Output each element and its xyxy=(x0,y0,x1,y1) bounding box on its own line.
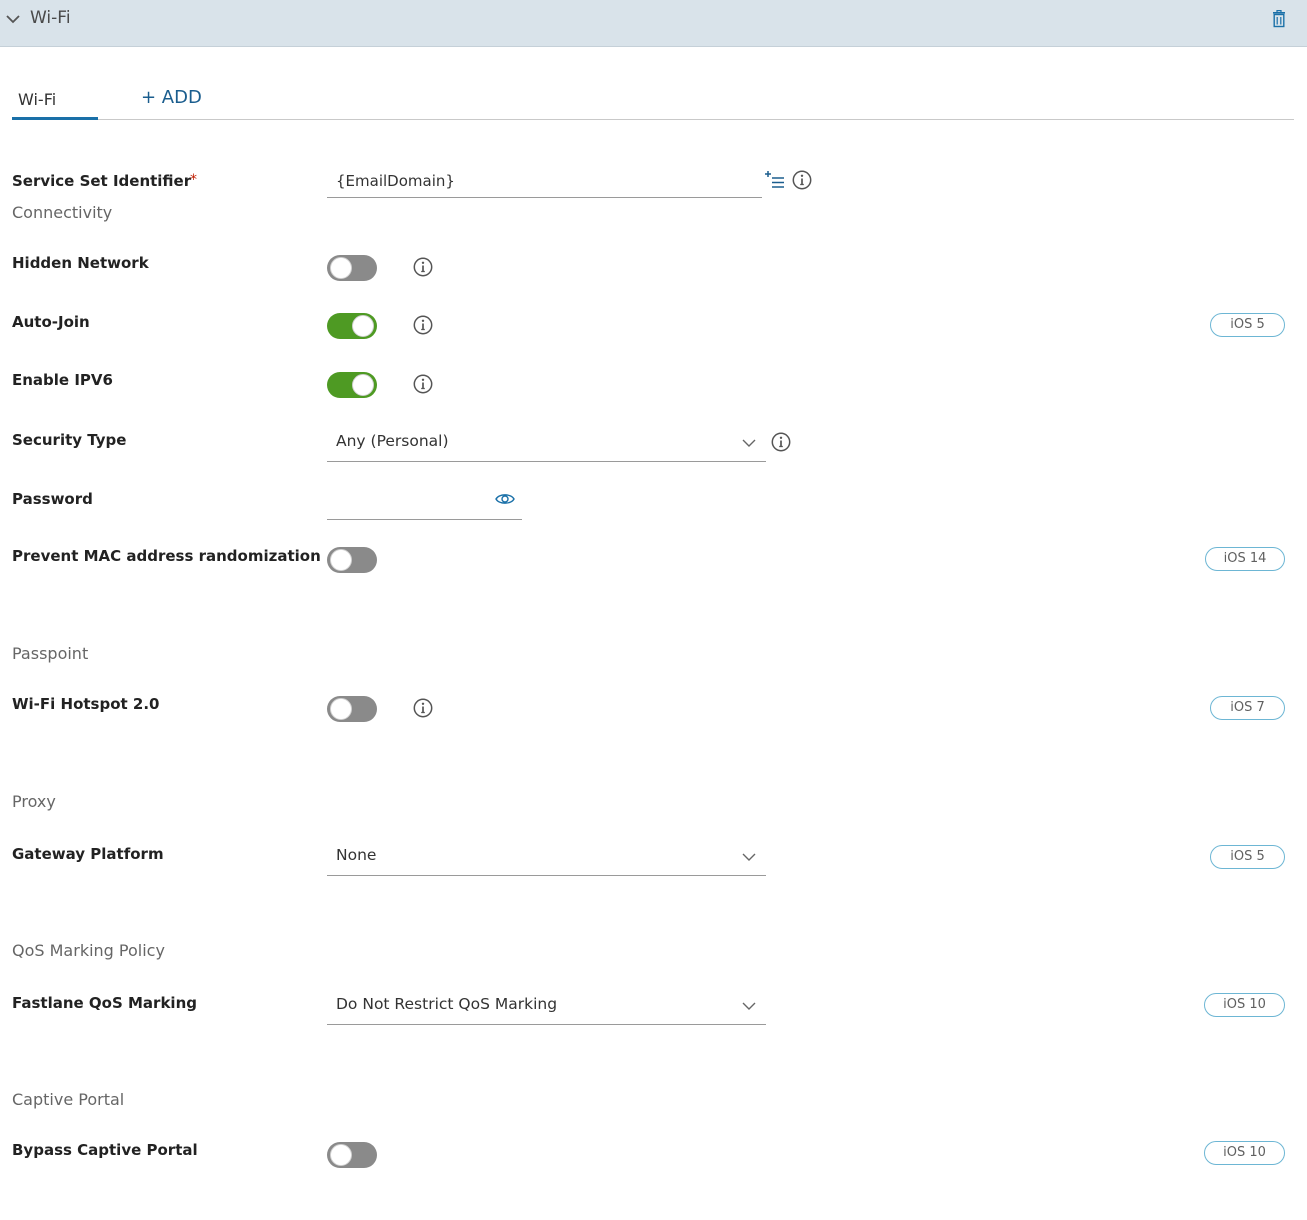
gateway-platform-label: Gateway Platform xyxy=(12,845,164,863)
ios-version-badge: iOS 5 xyxy=(1210,845,1285,869)
ios-version-badge: iOS 5 xyxy=(1210,313,1285,337)
ssid-input[interactable] xyxy=(327,165,762,198)
lookup-list-icon[interactable] xyxy=(764,170,786,190)
auto-join-label: Auto-Join xyxy=(12,313,90,331)
section-title: Wi-Fi xyxy=(30,8,71,28)
add-tab-button[interactable]: + ADD xyxy=(141,87,202,108)
gateway-platform-value: None xyxy=(336,846,377,864)
bypass-captive-toggle[interactable] xyxy=(327,1142,377,1168)
password-label: Password xyxy=(12,490,93,508)
eye-icon[interactable] xyxy=(495,491,515,507)
chevron-down-icon xyxy=(742,439,756,447)
chevron-down-icon xyxy=(742,1002,756,1010)
chevron-down-icon xyxy=(742,853,756,861)
prevent-mac-label: Prevent MAC address randomization xyxy=(12,547,321,565)
info-icon[interactable] xyxy=(413,257,433,277)
section-qos: QoS Marking Policy xyxy=(12,941,165,960)
info-icon[interactable] xyxy=(413,698,433,718)
section-proxy: Proxy xyxy=(12,792,56,811)
hidden-network-label: Hidden Network xyxy=(12,254,149,272)
section-captive-portal: Captive Portal xyxy=(12,1090,125,1109)
info-icon[interactable] xyxy=(413,315,433,335)
security-type-select[interactable]: Any (Personal) xyxy=(327,428,766,462)
ssid-label: Service Set Identifier xyxy=(12,172,192,190)
tab-active-indicator xyxy=(12,117,98,120)
section-connectivity: Connectivity xyxy=(12,203,113,222)
fastlane-qos-select[interactable]: Do Not Restrict QoS Marking xyxy=(327,991,766,1025)
info-icon[interactable] xyxy=(792,170,812,190)
gateway-platform-select[interactable]: None xyxy=(327,842,766,876)
fastlane-qos-value: Do Not Restrict QoS Marking xyxy=(336,995,558,1013)
info-icon[interactable] xyxy=(413,374,433,394)
required-marker: * xyxy=(190,172,197,188)
ios-version-badge: iOS 10 xyxy=(1204,1141,1285,1165)
ios-version-badge: iOS 14 xyxy=(1205,547,1285,571)
hotspot-label: Wi-Fi Hotspot 2.0 xyxy=(12,695,160,713)
info-icon[interactable] xyxy=(771,432,791,452)
fastlane-qos-label: Fastlane QoS Marking xyxy=(12,994,197,1012)
security-type-label: Security Type xyxy=(12,431,127,449)
hidden-network-toggle[interactable] xyxy=(327,255,377,281)
section-passpoint: Passpoint xyxy=(12,644,89,663)
enable-ipv6-toggle[interactable] xyxy=(327,372,377,398)
tabs-divider xyxy=(12,119,1294,120)
enable-ipv6-label: Enable IPV6 xyxy=(12,371,113,389)
ios-version-badge: iOS 10 xyxy=(1204,993,1285,1017)
tab-wifi[interactable]: Wi-Fi xyxy=(18,90,56,109)
auto-join-toggle[interactable] xyxy=(327,313,377,339)
hotspot-toggle[interactable] xyxy=(327,696,377,722)
section-header[interactable] xyxy=(0,0,1307,47)
trash-icon[interactable] xyxy=(1270,10,1288,28)
bypass-captive-label: Bypass Captive Portal xyxy=(12,1141,198,1159)
security-type-value: Any (Personal) xyxy=(336,432,449,450)
ios-version-badge: iOS 7 xyxy=(1210,696,1285,720)
password-input[interactable] xyxy=(327,486,522,520)
chevron-down-icon[interactable] xyxy=(6,12,20,26)
prevent-mac-toggle[interactable] xyxy=(327,547,377,573)
